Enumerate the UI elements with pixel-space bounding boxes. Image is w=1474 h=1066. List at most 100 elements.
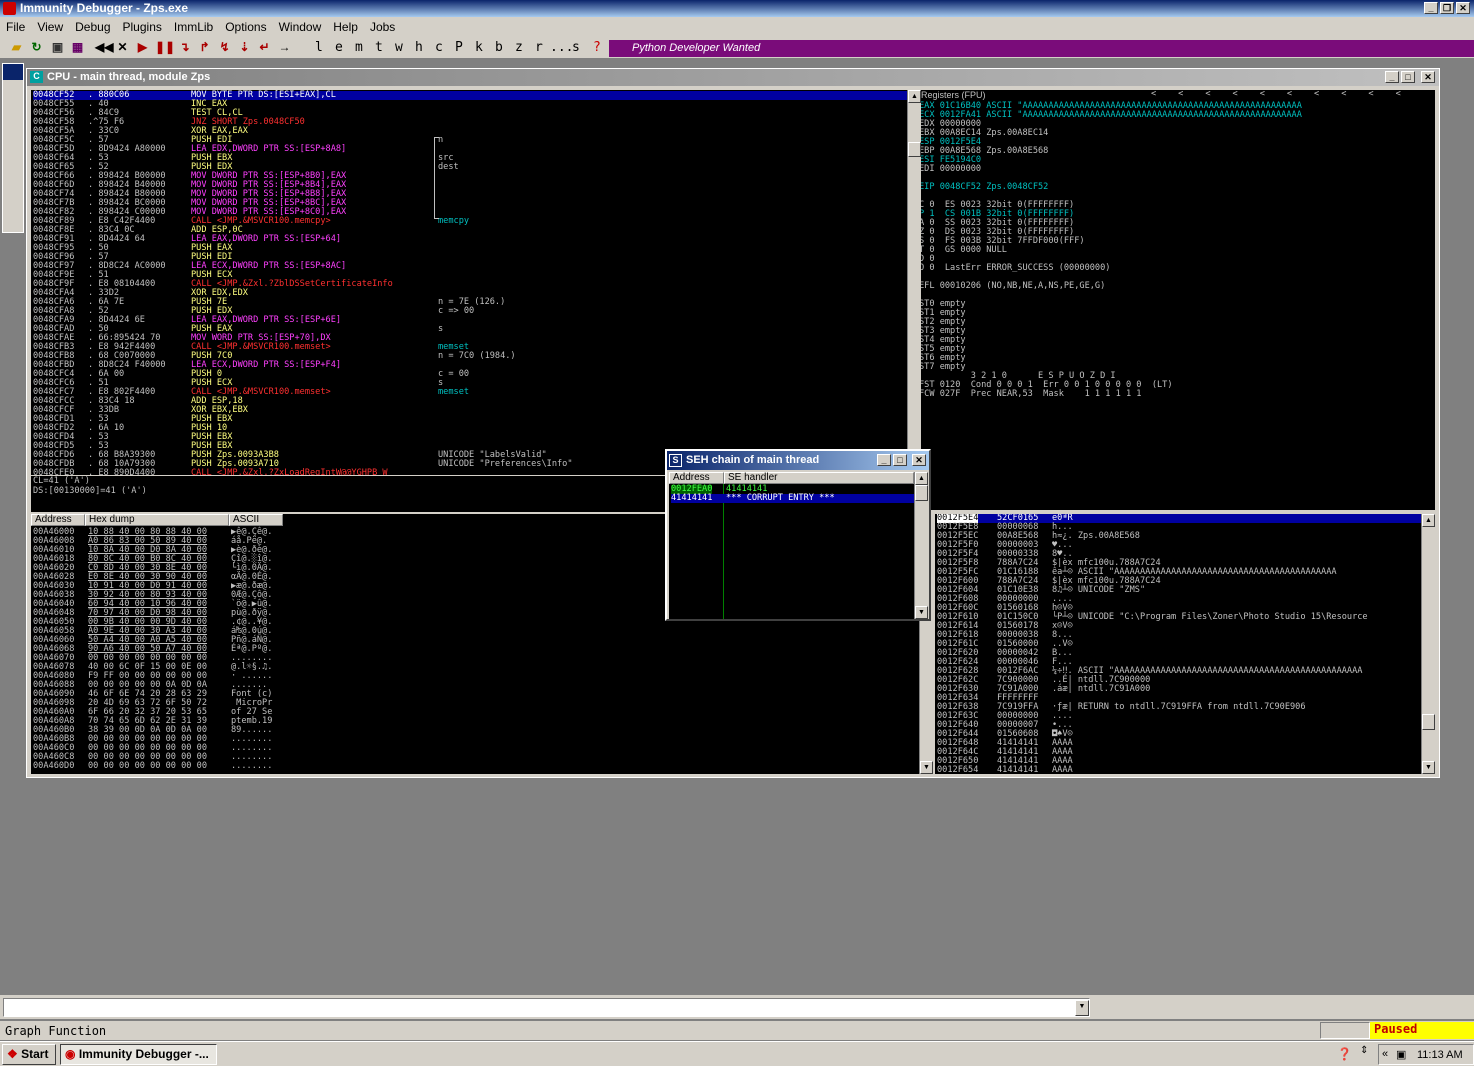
stack-scroll-up-icon[interactable]: ▲ bbox=[1422, 514, 1435, 527]
restore-button[interactable]: ❐ bbox=[1440, 2, 1454, 14]
close-button[interactable]: ✕ bbox=[1456, 2, 1470, 14]
disasm-row[interactable]: 0048CF52. 880C06 MOV BYTE PTR DS:[ESI+EAX… bbox=[33, 91, 907, 100]
seh-col-handler[interactable]: SE handler bbox=[724, 472, 914, 484]
seh-scroll-down-icon[interactable]: ▼ bbox=[915, 606, 928, 619]
seh-close-button[interactable]: ✕ bbox=[912, 454, 926, 466]
toolbar-letter-2[interactable]: m bbox=[355, 40, 363, 55]
registers-nav-arrows[interactable]: <<<<<<<<<< bbox=[1151, 90, 1423, 99]
toolbar-letter-3[interactable]: t bbox=[375, 40, 383, 55]
cpu-close-button[interactable]: ✕ bbox=[1421, 71, 1435, 83]
disasm-row[interactable]: 0048CF89. E8 C42F4400 CALL <JMP.&MSVCR100… bbox=[33, 217, 907, 226]
disasm-row[interactable]: 0048CF56. 84C9 TEST CL,CL bbox=[33, 109, 907, 118]
dump-col-address[interactable]: Address bbox=[31, 514, 85, 526]
toolbar-letter-1[interactable]: e bbox=[335, 40, 343, 55]
python-developer-banner[interactable]: Python Developer Wanted bbox=[609, 40, 1474, 57]
toolbar-letter-8[interactable]: k bbox=[475, 40, 483, 55]
disasm-row[interactable]: 0048CF58 .^75 F6 JNZ SHORT Zps.0048CF50 bbox=[33, 118, 907, 127]
step-into-icon[interactable]: ↴ bbox=[177, 40, 192, 55]
seh-list[interactable]: Address SE handler 0012FEA0 41414141 41414… bbox=[669, 472, 914, 619]
taskbar-task-immunity[interactable]: ◉ Immunity Debugger -... bbox=[60, 1044, 217, 1065]
disasm-row[interactable]: 0048CF8E. 83C4 0C ADD ESP,0C bbox=[33, 226, 907, 235]
menu-plugins[interactable]: Plugins bbox=[117, 17, 168, 34]
disasm-row[interactable]: 0048CFC7. E8 802F4400 CALL <JMP.&MSVCR100… bbox=[33, 388, 907, 397]
disasm-row[interactable]: 0048CFC4. 6A 00 PUSH 0c = 00 bbox=[33, 370, 907, 379]
disasm-row[interactable]: 0048CFCC. 83C4 18 ADD ESP,18 bbox=[33, 397, 907, 406]
seh-row[interactable]: 41414141 *** CORRUPT ENTRY *** bbox=[671, 494, 914, 503]
terminate-icon[interactable]: ✕ bbox=[115, 40, 130, 55]
disasm-row[interactable]: 0048CF64. 53 PUSH EBX src bbox=[33, 154, 907, 163]
toolbar-letter-0[interactable]: l bbox=[315, 40, 323, 55]
seh-scroll-thumb[interactable] bbox=[915, 485, 928, 501]
stack-scrollbar[interactable]: ▲ ▼ bbox=[1421, 514, 1435, 774]
scroll-thumb[interactable] bbox=[908, 142, 921, 157]
menu-debug[interactable]: Debug bbox=[69, 17, 116, 34]
scroll-up-icon[interactable]: ▲ bbox=[908, 90, 921, 103]
seh-scrollbar[interactable]: ▲ ▼ bbox=[914, 472, 928, 619]
toolbar-letter-9[interactable]: b bbox=[495, 40, 503, 55]
disasm-row[interactable]: 0048CFA9. 8D4424 6E LEA EAX,DWORD PTR SS:… bbox=[33, 316, 907, 325]
dump-scroll-down-icon[interactable]: ▼ bbox=[920, 761, 933, 774]
step-over-icon[interactable]: ↱ bbox=[197, 40, 212, 55]
menu-options[interactable]: Options bbox=[219, 17, 272, 34]
rewind-icon[interactable]: ◀◀ bbox=[95, 40, 113, 55]
disasm-row[interactable]: 0048CF97. 8D8C24 AC0000 LEA ECX,DWORD PTR… bbox=[33, 262, 907, 271]
disasm-row[interactable]: 0048CF9F. E8 08104400 CALL <JMP.&Zxl.?Zbl… bbox=[33, 280, 907, 289]
vm-tray-icon[interactable]: ▣ bbox=[1396, 1048, 1406, 1061]
tray-arrows-icon[interactable]: ⇕ bbox=[1360, 1045, 1368, 1056]
toolbar-letter-4[interactable]: w bbox=[395, 40, 403, 55]
menu-window[interactable]: Window bbox=[273, 17, 328, 34]
menu-jobs[interactable]: Jobs bbox=[364, 17, 401, 34]
disasm-row[interactable]: 0048CF55. 40 INC EAX bbox=[33, 100, 907, 109]
registers-pane[interactable]: Registers (FPU) <<<<<<<<<< EAX 01C16B40 … bbox=[921, 90, 1435, 510]
seh-maximize-button[interactable]: □ bbox=[893, 454, 907, 466]
disasm-row[interactable]: 0048CFAD. 50 PUSH EAX s bbox=[33, 325, 907, 334]
menu-help[interactable]: Help bbox=[327, 17, 364, 34]
menu-view[interactable]: View bbox=[31, 17, 69, 34]
close-file-icon[interactable]: ▣ bbox=[50, 40, 65, 55]
seh-scroll-up-icon[interactable]: ▲ bbox=[915, 472, 928, 485]
run-icon[interactable]: ▶ bbox=[135, 40, 150, 55]
stack-row[interactable]: 0012F654 41414141 AAAA bbox=[937, 766, 1421, 775]
seh-col-address[interactable]: Address bbox=[669, 472, 724, 484]
stack-pane[interactable]: 0012F5E4 52CF0165 e0ªR 0012F5E8 00000068 h...… bbox=[935, 514, 1421, 774]
menu-file[interactable]: File bbox=[0, 17, 31, 34]
disasm-row[interactable]: 0048CF82. 898424 C00000 MOV DWORD PTR SS:… bbox=[33, 208, 907, 217]
disasm-row[interactable]: 0048CF95. 50 PUSH EAX bbox=[33, 244, 907, 253]
disasm-row[interactable]: 0048CF5A. 33C0 XOR EAX,EAX bbox=[33, 127, 907, 136]
stack-scroll-thumb[interactable] bbox=[1422, 714, 1435, 730]
toolbar-letter-12[interactable]: ... bbox=[550, 40, 573, 55]
start-button[interactable]: ❖ Start bbox=[2, 1044, 56, 1065]
disasm-row[interactable]: 0048CF5D. 8D9424 A80000 LEA EDX,DWORD PTR… bbox=[33, 145, 907, 154]
toolbar-letter-11[interactable]: r bbox=[535, 40, 543, 55]
disasm-row[interactable]: 0048CF9E. 51 PUSH ECX bbox=[33, 271, 907, 280]
trace-into-icon[interactable]: ↯ bbox=[217, 40, 232, 55]
command-input[interactable] bbox=[3, 998, 1090, 1017]
restart-icon[interactable]: ↻ bbox=[29, 40, 44, 55]
toolbar-letter-10[interactable]: z bbox=[515, 40, 523, 55]
dump-col-ascii[interactable]: ASCII bbox=[229, 514, 283, 526]
command-dropdown-icon[interactable]: ▼ bbox=[1075, 1000, 1089, 1016]
trace-over-icon[interactable]: ⇣ bbox=[237, 40, 252, 55]
toolbar-letter-5[interactable]: h bbox=[415, 40, 423, 55]
disasm-row[interactable]: 0048CFAE. 66:895424 70 MOV WORD PTR SS:[E… bbox=[33, 334, 907, 343]
disasm-row[interactable]: 0048CF91. 8D4424 64 LEA EAX,DWORD PTR SS:… bbox=[33, 235, 907, 244]
help-tray-icon[interactable]: ❓ bbox=[1337, 1047, 1352, 1061]
attach-icon[interactable]: ▦ bbox=[70, 40, 85, 55]
disassembly-scrollbar[interactable]: ▲ ▼ bbox=[907, 90, 921, 475]
tray-expand-icon[interactable]: « bbox=[1382, 1048, 1388, 1060]
disassembly-pane[interactable]: 0048CF52. 880C06 MOV BYTE PTR DS:[ESI+EAX… bbox=[31, 90, 907, 475]
dump-row[interactable]: 00A460D0 00 00 00 00 00 00 00 00........ bbox=[33, 762, 293, 771]
toolbar-letter-13[interactable]: s bbox=[572, 40, 580, 55]
minimize-button[interactable]: _ bbox=[1424, 2, 1438, 14]
disasm-row[interactable]: 0048CFA8. 52 PUSH EDX c => 00 bbox=[33, 307, 907, 316]
stack-scroll-down-icon[interactable]: ▼ bbox=[1422, 761, 1435, 774]
seh-minimize-button[interactable]: _ bbox=[877, 454, 891, 466]
cpu-maximize-button[interactable]: □ bbox=[1401, 71, 1415, 83]
goto-icon[interactable]: → bbox=[277, 40, 292, 55]
toolbar-letter-14[interactable]: ? bbox=[593, 40, 601, 55]
dump-col-hex[interactable]: Hex dump bbox=[85, 514, 229, 526]
disasm-row[interactable]: 0048CFD2. 6A 10 PUSH 10 bbox=[33, 424, 907, 433]
disasm-row[interactable]: 0048CFD1. 53 PUSH EBX bbox=[33, 415, 907, 424]
toolbar-letter-6[interactable]: c bbox=[435, 40, 443, 55]
disasm-row[interactable]: 0048CFBD. 8D8C24 F40000 LEA ECX,DWORD PTR… bbox=[33, 361, 907, 370]
